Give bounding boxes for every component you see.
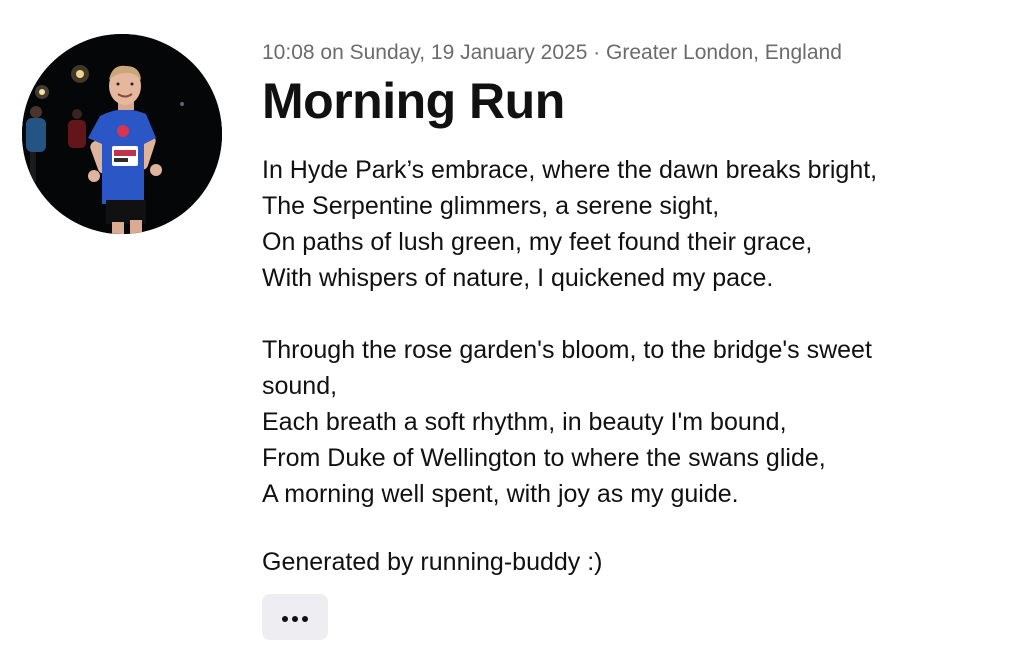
runner-photo-image	[22, 34, 222, 234]
more-options-button[interactable]	[262, 594, 328, 640]
activity-title[interactable]: Morning Run	[262, 72, 962, 130]
poem-line: Through the rose garden's bloom, to the …	[262, 336, 872, 400]
activity-description: In Hyde Park’s embrace, where the dawn b…	[262, 152, 952, 512]
poem-line: A morning well spent, with joy as my gui…	[262, 480, 739, 508]
poem-line: In Hyde Park’s embrace, where the dawn b…	[262, 156, 878, 184]
avatar[interactable]	[22, 34, 222, 234]
activity-entry: 10:08 on Sunday, 19 January 2025 · Great…	[0, 0, 1024, 670]
poem-stanza: In Hyde Park’s embrace, where the dawn b…	[262, 152, 952, 296]
more-horizontal-icon	[280, 610, 310, 625]
activity-content: 10:08 on Sunday, 19 January 2025 · Great…	[262, 38, 962, 640]
activity-meta: 10:08 on Sunday, 19 January 2025 · Great…	[262, 41, 842, 64]
poem-line: On paths of lush green, my feet found th…	[262, 228, 813, 256]
poem-line: With whispers of nature, I quickened my …	[262, 264, 774, 292]
poem-line: From Duke of Wellington to where the swa…	[262, 444, 826, 472]
poem-stanza: Through the rose garden's bloom, to the …	[262, 332, 952, 512]
poem-line: The Serpentine glimmers, a serene sight,	[262, 192, 720, 220]
generated-by-text: Generated by running-buddy :)	[262, 548, 603, 576]
poem-line: Each breath a soft rhythm, in beauty I'm…	[262, 408, 787, 436]
